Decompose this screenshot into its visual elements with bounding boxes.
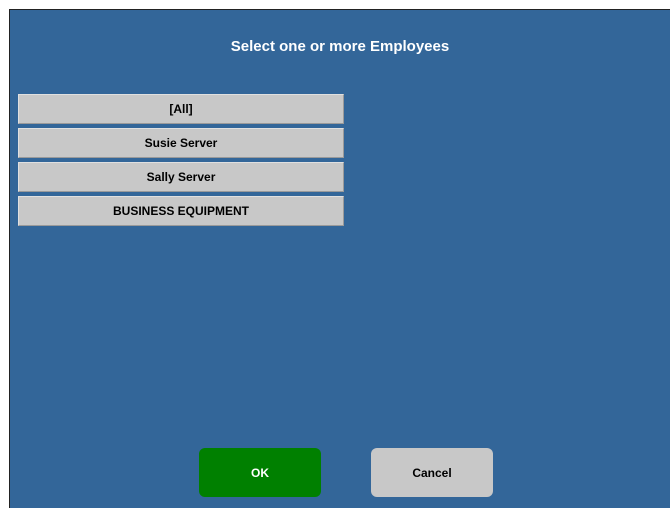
ok-button[interactable]: OK	[199, 448, 321, 497]
dialog-title: Select one or more Employees	[230, 38, 450, 55]
employee-item-susie-server[interactable]: Susie Server	[18, 128, 344, 158]
employee-list: [All] Susie Server Sally Server BUSINESS…	[18, 94, 344, 230]
cancel-button[interactable]: Cancel	[371, 448, 493, 497]
employee-select-dialog: Select one or more Employees [All] Susie…	[9, 9, 670, 508]
employee-item-business-equipment[interactable]: BUSINESS EQUIPMENT	[18, 196, 344, 226]
employee-item-all[interactable]: [All]	[18, 94, 344, 124]
employee-item-sally-server[interactable]: Sally Server	[18, 162, 344, 192]
